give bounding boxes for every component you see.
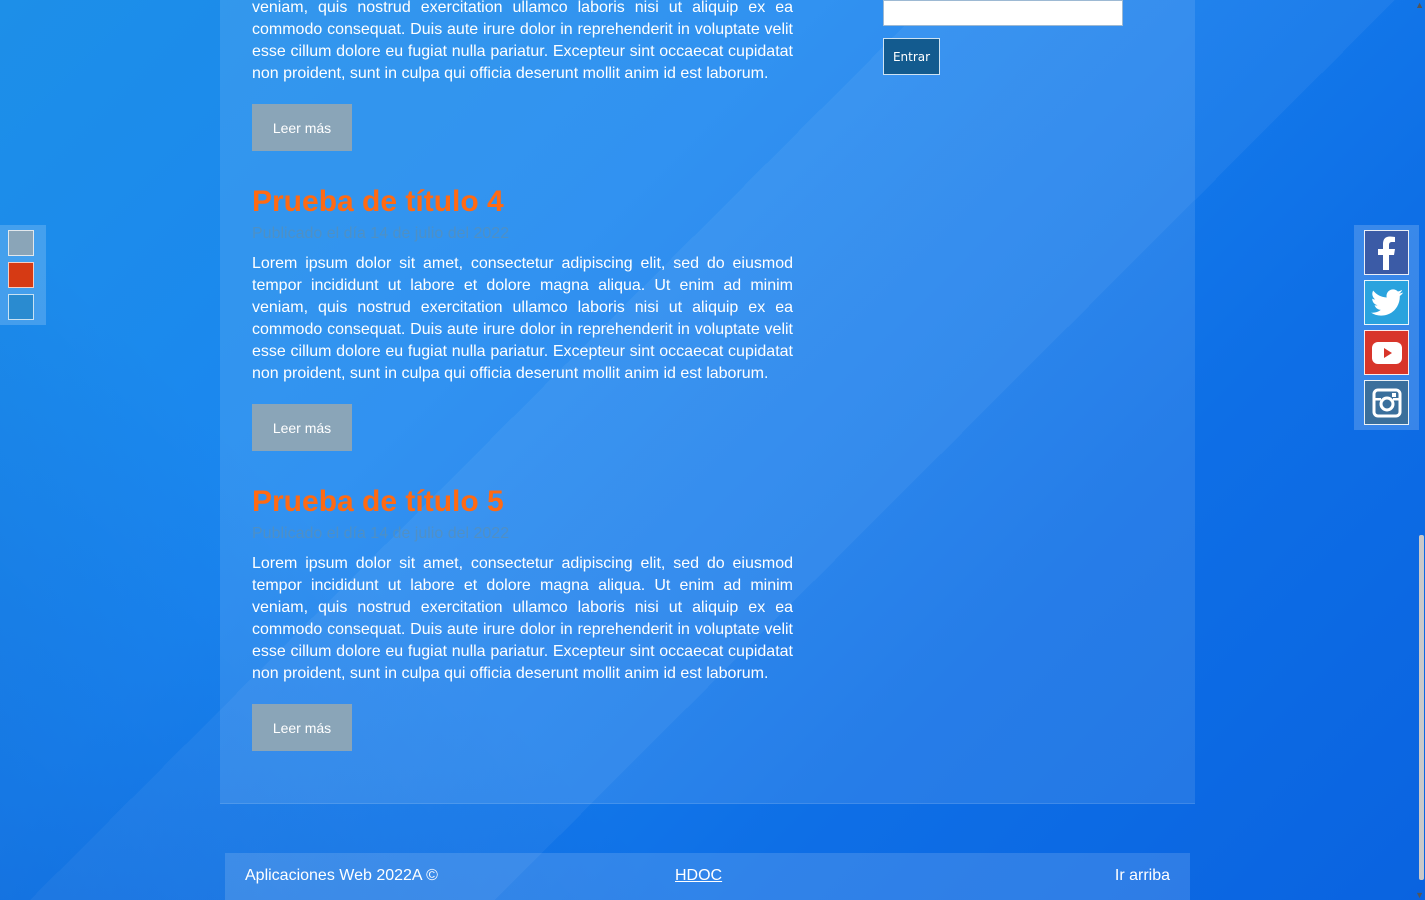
read-more-button[interactable]: Leer más — [252, 704, 352, 751]
post-title[interactable]: Prueba de título 4 — [252, 185, 504, 219]
scroll-down-icon[interactable]: ▼ — [1415, 890, 1424, 900]
footer-hdoc-link[interactable]: HDOC — [675, 867, 722, 885]
footer-copyright: Aplicaciones Web 2022A © — [245, 867, 438, 884]
scrollbar[interactable]: ▲ ▼ — [1415, 0, 1425, 900]
theme-swatch-gray[interactable] — [8, 230, 34, 256]
post-date: Publicado el día 14 de julio del 2022 — [252, 525, 510, 542]
instagram-icon — [1372, 388, 1401, 417]
post-body: Lorem ipsum dolor sit amet, consectetur … — [252, 255, 793, 382]
twitter-icon — [1370, 288, 1403, 316]
facebook-link[interactable] — [1364, 230, 1409, 275]
youtube-link[interactable] — [1364, 330, 1409, 375]
theme-swatch-blue[interactable] — [8, 294, 34, 320]
youtube-icon — [1371, 341, 1402, 364]
twitter-link[interactable] — [1364, 280, 1409, 325]
instagram-link[interactable] — [1364, 380, 1409, 425]
post-body: Lorem ipsum dolor sit amet, consectetur … — [252, 555, 793, 682]
back-to-top-link[interactable]: Ir arriba — [1115, 867, 1170, 885]
theme-switcher — [0, 225, 46, 325]
theme-swatch-red[interactable] — [8, 262, 34, 288]
scroll-up-icon[interactable]: ▲ — [1415, 0, 1424, 10]
post-body: veniam, quis nostrud exercitation ullamc… — [252, 0, 793, 82]
post-title[interactable]: Prueba de título 5 — [252, 485, 504, 519]
login-input[interactable] — [883, 0, 1123, 26]
social-links — [1354, 225, 1419, 430]
footer: Aplicaciones Web 2022A © HDOC Ir arriba — [225, 853, 1190, 900]
read-more-button[interactable]: Leer más — [252, 404, 352, 451]
facebook-icon — [1377, 236, 1395, 270]
post-date: Publicado el día 14 de julio del 2022 — [252, 225, 510, 242]
read-more-button[interactable]: Leer más — [252, 104, 352, 151]
login-button[interactable]: Entrar — [883, 38, 940, 75]
scrollbar-thumb[interactable] — [1419, 535, 1424, 880]
